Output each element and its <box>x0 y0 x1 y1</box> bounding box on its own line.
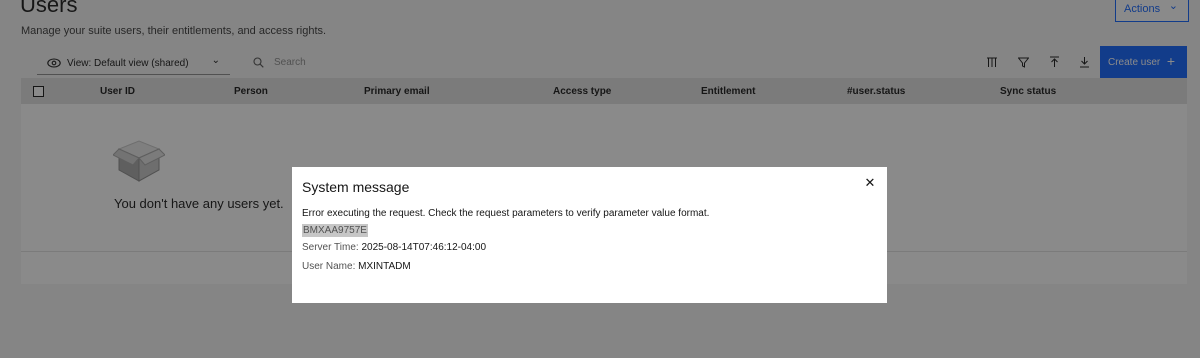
server-time-value: 2025-08-14T07:46:12-04:00 <box>361 242 487 253</box>
error-message: Error executing the request. Check the r… <box>302 208 710 219</box>
user-name-value: MXINTADM <box>358 261 411 272</box>
system-message-modal: System message ✕ Error executing the req… <box>292 167 887 303</box>
user-name-row: User Name: MXINTADM <box>302 261 411 272</box>
error-code: BMXAA9757E <box>302 224 368 237</box>
server-time-row: Server Time: 2025-08-14T07:46:12-04:00 <box>302 242 486 253</box>
user-name-label: User Name: <box>302 261 356 272</box>
close-icon[interactable]: ✕ <box>863 176 877 190</box>
modal-title: System message <box>302 179 410 195</box>
server-time-label: Server Time: <box>302 242 359 253</box>
